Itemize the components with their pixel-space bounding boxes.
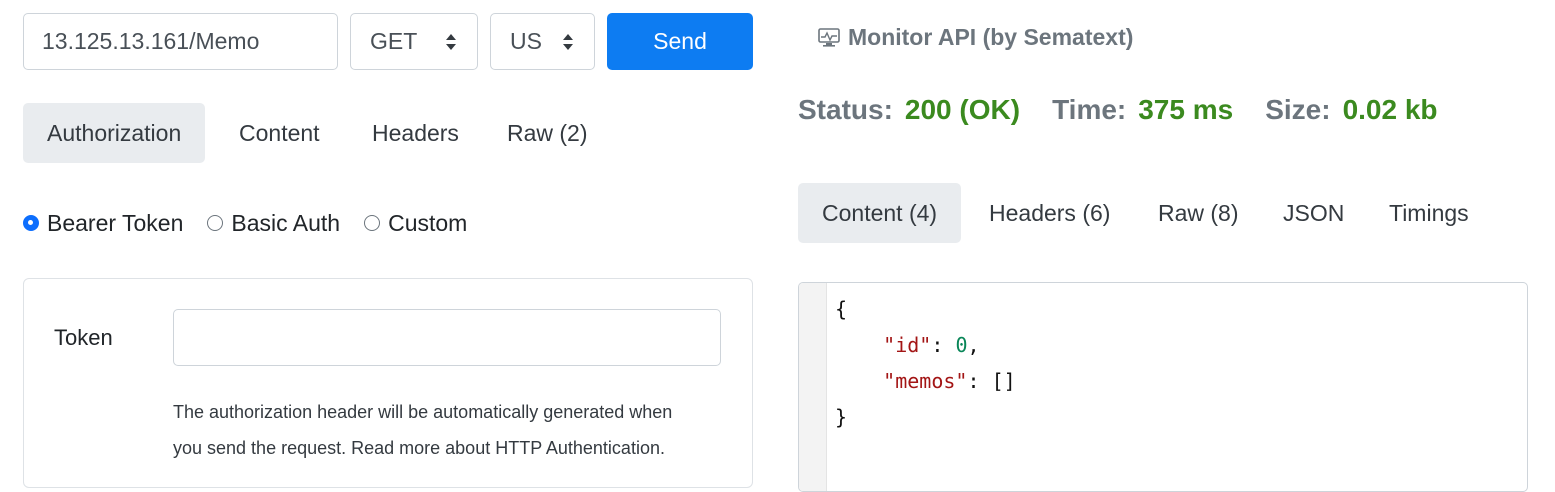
tab-response-raw[interactable]: Raw (8) [1134,183,1263,243]
radio-unchecked-icon[interactable] [364,215,381,231]
monitor-api-label: Monitor API (by Sematext) [848,24,1134,50]
tab-response-content[interactable]: Content (4) [798,183,962,243]
json-sep: : [931,333,956,357]
updown-arrows-icon [446,33,456,50]
tab-raw[interactable]: Raw (2) [483,103,612,163]
status-value: 200 (OK) [904,94,1021,125]
radio-label: Bearer Token [47,209,184,236]
token-label: Token [54,325,113,350]
method-select-value: GET [370,28,418,54]
editor-gutter [799,283,827,491]
code-brace: { [835,297,848,321]
radio-basic-auth[interactable]: Basic Auth [207,210,340,237]
method-select[interactable]: GET [350,13,478,70]
response-body-code: { "id": 0, "memos": [] } [835,291,1016,435]
radio-label: Custom [388,209,468,236]
monitor-api-link[interactable]: Monitor API (by Sematext) [818,24,1133,51]
radio-bearer-token[interactable]: Bearer Token [23,210,183,237]
size-value: 0.02 kb [1342,94,1438,125]
code-brace: } [835,405,848,429]
radio-label: Basic Auth [231,209,341,236]
auth-type-group: Bearer Token Basic Auth Custom [23,205,491,241]
tab-authorization[interactable]: Authorization [23,103,206,163]
send-button[interactable]: Send [607,13,753,70]
token-input[interactable] [173,309,721,366]
size-label: Size: [1265,94,1331,125]
json-key: "id" [883,333,932,357]
region-select-value: US [510,28,542,54]
updown-arrows-icon [563,33,573,50]
radio-unchecked-icon[interactable] [207,215,224,231]
json-key: "memos" [883,369,968,393]
tab-response-json[interactable]: JSON [1259,183,1368,243]
radio-checked-icon[interactable] [23,215,39,231]
help-line: you send the request. Read more about HT… [173,438,665,458]
monitor-icon [818,27,840,47]
url-input[interactable] [23,13,338,70]
status-label: Status: [798,94,893,125]
tab-content[interactable]: Content [215,103,344,163]
response-stats: Status: 200 (OK) Time: 375 ms Size: 0.02… [798,94,1470,126]
tab-response-timings[interactable]: Timings [1365,183,1493,243]
json-value: [] [991,369,1016,393]
response-body-editor[interactable]: { "id": 0, "memos": [] } [798,282,1528,492]
help-line: The authorization header will be automat… [173,402,673,422]
json-value: 0 [955,333,968,357]
time-value: 375 ms [1138,94,1234,125]
region-select[interactable]: US [490,13,595,70]
auth-help-text: The authorization header will be automat… [173,394,733,466]
json-sep: : [967,369,992,393]
tab-headers[interactable]: Headers [348,103,483,163]
radio-custom[interactable]: Custom [364,210,467,237]
tab-response-headers[interactable]: Headers (6) [965,183,1134,243]
time-label: Time: [1052,94,1127,125]
json-comma: , [967,333,980,357]
